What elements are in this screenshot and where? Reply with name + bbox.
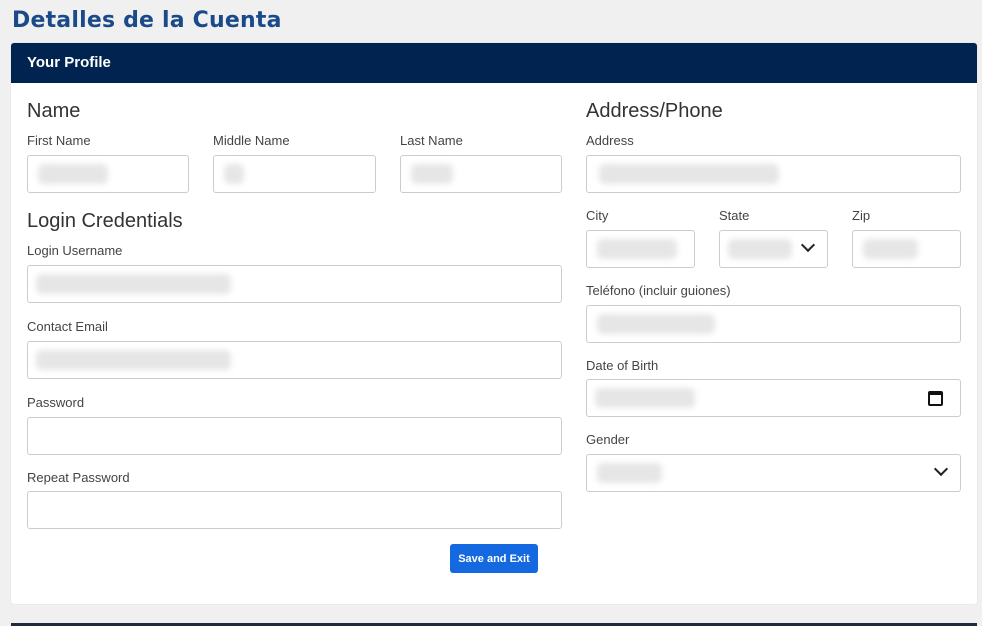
redacted-value xyxy=(411,164,453,184)
username-input[interactable] xyxy=(27,265,562,303)
state-select[interactable] xyxy=(719,230,828,268)
redacted-value xyxy=(728,239,792,259)
repeat-password-input[interactable] xyxy=(27,491,562,529)
redacted-value xyxy=(597,463,662,483)
last-name-input[interactable] xyxy=(400,155,562,193)
save-and-exit-button[interactable]: Save and Exit xyxy=(450,544,538,573)
redacted-value xyxy=(597,314,715,334)
login-section-title: Login Credentials xyxy=(27,210,183,232)
zip-label: Zip xyxy=(852,208,871,223)
first-name-input[interactable] xyxy=(27,155,189,193)
redacted-value xyxy=(595,388,695,408)
address-section-title: Address/Phone xyxy=(586,100,723,122)
page-title: Detalles de la Cuenta xyxy=(12,8,282,33)
name-section-title: Name xyxy=(27,100,81,122)
redacted-value xyxy=(36,350,231,370)
zip-input[interactable] xyxy=(852,230,961,268)
redacted-value xyxy=(863,239,918,259)
gender-label: Gender xyxy=(586,432,630,447)
phone-label: Teléfono (incluir guiones) xyxy=(586,283,731,298)
phone-input[interactable] xyxy=(586,305,961,343)
redacted-value xyxy=(599,164,779,184)
email-label: Contact Email xyxy=(27,319,108,334)
city-label: City xyxy=(586,208,609,223)
first-name-label: First Name xyxy=(27,133,91,148)
dob-label: Date of Birth xyxy=(586,358,659,373)
password-input[interactable] xyxy=(27,417,562,455)
password-label: Password xyxy=(27,395,85,410)
state-label: State xyxy=(719,208,750,223)
address-input[interactable] xyxy=(586,155,961,193)
username-label: Login Username xyxy=(27,243,123,258)
middle-name-label: Middle Name xyxy=(213,133,290,148)
card-header: Your Profile xyxy=(11,43,977,83)
profile-card: Your Profile Name First Name Middle Name… xyxy=(11,43,977,604)
redacted-value xyxy=(36,274,231,294)
address-label: Address xyxy=(586,133,634,148)
chevron-down-icon xyxy=(933,461,949,477)
middle-name-input[interactable] xyxy=(213,155,376,193)
redacted-value xyxy=(38,164,108,184)
calendar-icon[interactable] xyxy=(928,391,943,406)
redacted-value xyxy=(597,239,677,259)
redacted-value xyxy=(224,164,244,184)
city-input[interactable] xyxy=(586,230,695,268)
repeat-password-label: Repeat Password xyxy=(27,470,130,485)
gender-select[interactable] xyxy=(586,454,961,492)
dob-input[interactable] xyxy=(586,379,961,417)
chevron-down-icon xyxy=(800,237,816,253)
last-name-label: Last Name xyxy=(400,133,463,148)
email-input[interactable] xyxy=(27,341,562,379)
